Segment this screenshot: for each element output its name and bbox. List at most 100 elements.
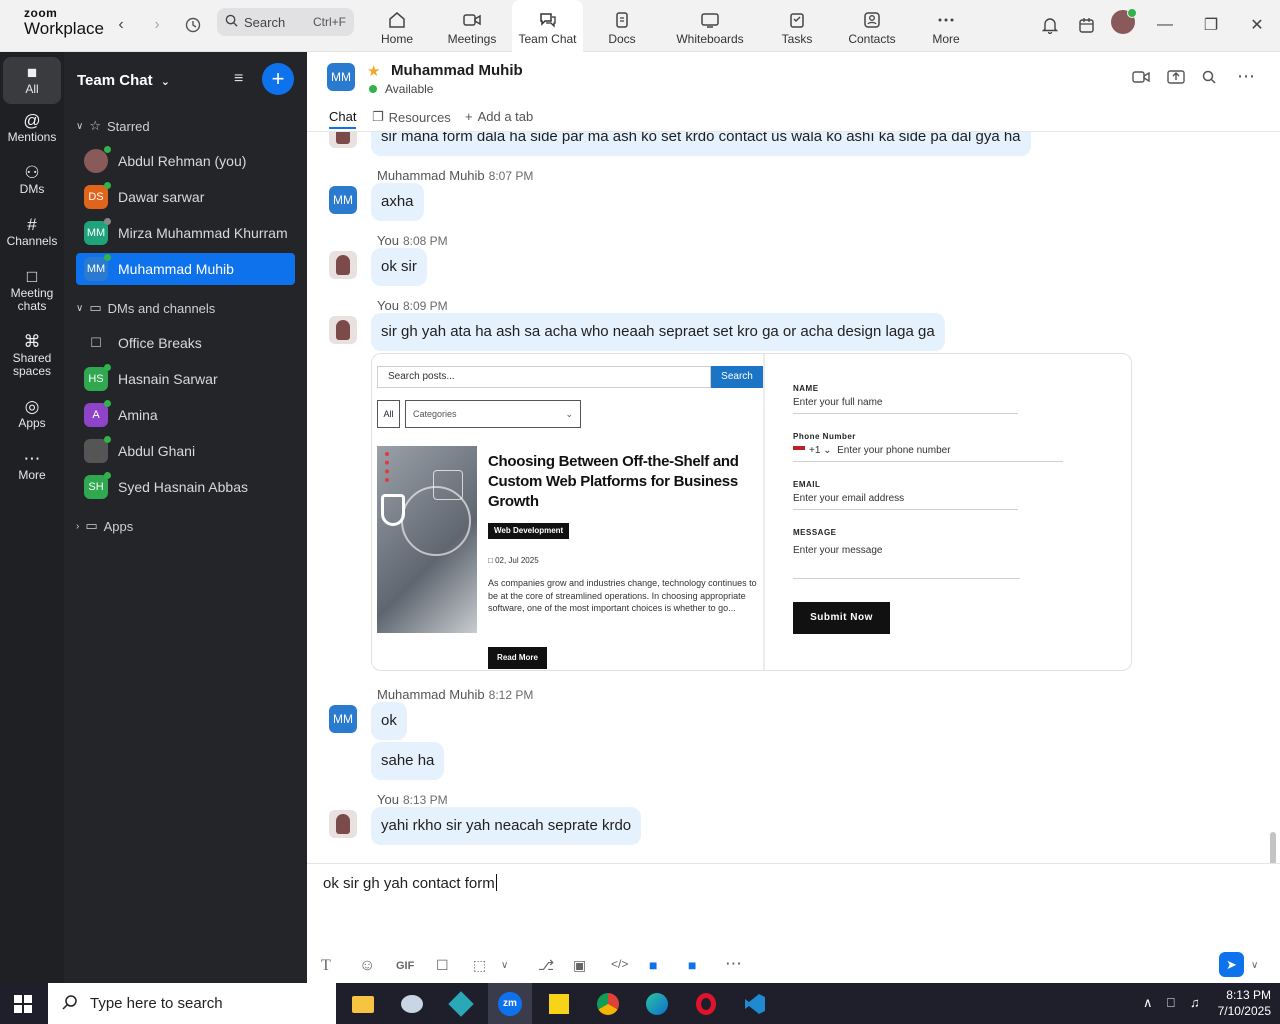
forward-icon[interactable]: ›	[144, 12, 170, 38]
code-snippet-icon[interactable]: </>	[611, 957, 628, 971]
video-message-icon[interactable]: ▣	[573, 957, 586, 974]
form-phone-label: Phone Number	[793, 432, 856, 441]
gif-button[interactable]: GIF	[396, 960, 414, 972]
back-icon[interactable]: ‹	[108, 12, 134, 38]
file-explorer-icon[interactable]	[348, 989, 378, 1019]
minimize-icon[interactable]: —	[1152, 12, 1178, 38]
chrome-icon[interactable]	[593, 989, 623, 1019]
sidebar-contact-amina[interactable]: A Amina	[76, 399, 295, 431]
chevron-down-icon[interactable]: ∨	[1251, 960, 1258, 971]
sidebar-contact-dawar-sarwar[interactable]: DS Dawar sarwar	[76, 181, 295, 213]
sidebar-title[interactable]: Team Chat ⌄	[77, 72, 170, 89]
avatar: MM	[329, 186, 357, 214]
app-icon[interactable]: ■	[688, 957, 696, 973]
message-bubble[interactable]: axha	[371, 183, 424, 221]
share-screen-icon[interactable]	[1167, 70, 1185, 88]
chat-avatar[interactable]: MM	[327, 63, 355, 91]
rail-item-apps[interactable]: ◎ Apps	[3, 398, 61, 430]
new-chat-button[interactable]: +	[262, 63, 294, 95]
rail-item-meeting-chats[interactable]: □ Meeting chats	[3, 267, 61, 313]
tab-docs[interactable]: Docs	[600, 0, 644, 52]
tab-chat[interactable]: Chat	[329, 109, 357, 129]
search-icon[interactable]	[1202, 70, 1216, 88]
form-email-label: EMAIL	[793, 480, 821, 489]
rail-item-mentions[interactable]: @ Mentions	[3, 112, 61, 144]
calendar-icon[interactable]	[1073, 12, 1099, 38]
sticky-notes-icon[interactable]	[544, 989, 574, 1019]
message-bubble[interactable]: yahi rkho sir yah neacah seprate krdo	[371, 807, 642, 845]
tab-meetings[interactable]: Meetings	[440, 0, 504, 52]
tab-add-a-tab[interactable]: + Add a tab	[465, 109, 533, 124]
chat-contact-name[interactable]: Muhammad Muhib	[391, 62, 523, 79]
sidebar-contact-muhammad-muhib[interactable]: MM Muhammad Muhib	[76, 253, 295, 285]
message-bubble[interactable]: ok sir	[371, 248, 427, 286]
chevron-down-icon[interactable]: ∨	[501, 960, 508, 971]
sidebar-contact-syed-hasnain-abbas[interactable]: SH Syed Hasnain Abbas	[76, 471, 295, 503]
image-attachment[interactable]: Search posts... Search All Categories ⌄ C…	[371, 353, 1132, 671]
vscode-icon[interactable]	[740, 989, 770, 1019]
rail-item-channels[interactable]: # Channels	[3, 216, 61, 248]
history-icon[interactable]	[180, 12, 206, 38]
sidebar-contact-abdul-ghani[interactable]: Abdul Ghani	[76, 435, 295, 467]
sidebar-contact-hasnain-sarwar[interactable]: HS Hasnain Sarwar	[76, 363, 295, 395]
message-composer[interactable]: ok sir gh yah contact form T ☺ GIF ☐ ⬚ ∨…	[307, 863, 1280, 983]
windows-start-icon[interactable]	[14, 995, 32, 1013]
close-icon[interactable]: ✕	[1244, 12, 1270, 38]
app-icon[interactable]	[446, 989, 476, 1019]
network-icon[interactable]: ⎕	[1167, 995, 1175, 1011]
sidebar-contact-mirza-muhammad-khurram[interactable]: MM Mirza Muhammad Khurram	[76, 217, 295, 249]
message-bubble[interactable]: sir mana form dala ha side par ma ash ko…	[371, 132, 1031, 156]
more-options-icon[interactable]: ⋯	[725, 954, 742, 974]
taskbar-clock[interactable]: 8:13 PM 7/10/2025	[1213, 987, 1271, 1019]
tab-whiteboards[interactable]: Whiteboards	[672, 0, 748, 52]
dms-section-header[interactable]: ∨ ▭ DMs and channels	[76, 300, 215, 316]
text-format-icon[interactable]: T	[321, 957, 331, 975]
tab-more[interactable]: More	[926, 0, 966, 52]
message-bubble[interactable]: sir gh yah ata ha ash sa acha who neaah …	[371, 313, 945, 351]
screenshot-icon[interactable]: ⬚	[473, 957, 486, 974]
send-button[interactable]: ➤	[1219, 952, 1244, 977]
tab-team-chat[interactable]: Team Chat	[512, 0, 583, 52]
star-filled-icon[interactable]: ★	[367, 62, 380, 80]
sidebar-channel-office-breaks[interactable]: ☐ Office Breaks	[76, 327, 295, 359]
avatar	[329, 132, 357, 148]
tab-resources[interactable]: ❐ Resources	[372, 109, 451, 125]
more-icon	[938, 18, 954, 22]
rail-item-more[interactable]: ⋯ More	[3, 450, 61, 482]
composer-input[interactable]: ok sir gh yah contact form	[323, 874, 497, 892]
message-bubble[interactable]: ok	[371, 702, 407, 740]
app-icon[interactable]: ■	[649, 957, 657, 973]
global-search[interactable]: Search Ctrl+F	[217, 8, 354, 36]
file-icon[interactable]: ☐	[436, 957, 449, 974]
zoom-app-icon[interactable]: zm	[488, 983, 532, 1024]
filter-icon[interactable]: ≡	[234, 70, 243, 88]
bell-icon[interactable]	[1037, 12, 1063, 38]
tab-home[interactable]: Home	[370, 0, 424, 52]
tab-contacts[interactable]: Contacts	[842, 0, 902, 52]
starred-section-header[interactable]: ∨ ☆ Starred	[76, 118, 150, 134]
more-options-icon[interactable]: ⋯	[1237, 66, 1255, 87]
edge-icon[interactable]	[642, 989, 672, 1019]
emoji-icon[interactable]: ☺	[359, 957, 375, 975]
taskbar-search[interactable]: Type here to search	[48, 983, 336, 1024]
post-title: Choosing Between Off-the-Shelf and Custo…	[488, 453, 739, 510]
opera-icon[interactable]	[691, 989, 721, 1019]
message-bubble[interactable]: sahe ha	[371, 742, 445, 780]
sidebar-contact-abdul-rehman[interactable]: Abdul Rehman (you)	[76, 145, 295, 177]
calendar-icon: □	[26, 267, 38, 286]
scrollbar-thumb[interactable]	[1270, 832, 1276, 863]
avatar: MM	[84, 218, 111, 245]
rail-item-dms[interactable]: ⚇ DMs	[3, 164, 61, 196]
apps-section-header[interactable]: › ▭ Apps	[76, 518, 133, 534]
video-call-icon[interactable]	[1132, 70, 1150, 88]
microphone-icon[interactable]: ⎇	[538, 957, 554, 974]
user-avatar[interactable]	[1111, 8, 1137, 34]
volume-icon[interactable]: ♫	[1190, 995, 1200, 1010]
rail-item-shared-spaces[interactable]: ⌘ Shared spaces	[3, 333, 61, 378]
restore-icon[interactable]: ❐	[1198, 12, 1224, 38]
rail-item-all[interactable]: ■ All	[3, 57, 61, 104]
status-dot	[369, 85, 377, 93]
app-icon[interactable]	[397, 989, 427, 1019]
chevron-up-icon[interactable]: ∧	[1143, 995, 1153, 1011]
tab-tasks[interactable]: Tasks	[774, 0, 820, 52]
